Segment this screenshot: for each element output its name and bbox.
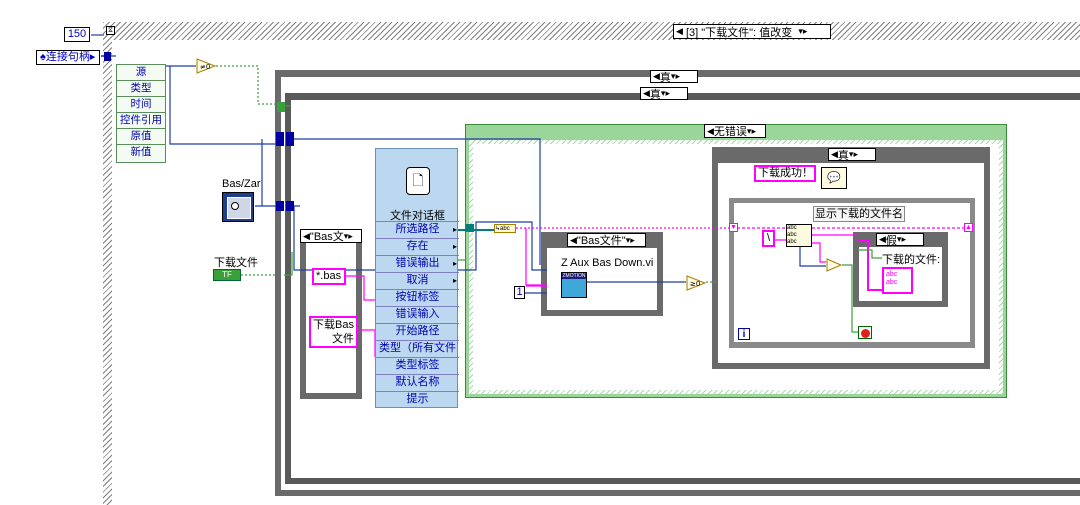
compare-label: ≠0 — [200, 63, 210, 71]
message-dialog-icon: 💬 — [821, 167, 847, 189]
event-prop: 原值 — [117, 129, 165, 145]
event-prop: 类型 — [117, 81, 165, 97]
bas-control-icon[interactable] — [222, 192, 254, 222]
subvi-icon[interactable]: ZMOTION — [561, 272, 587, 298]
timeout-constant[interactable]: 150 — [64, 27, 90, 42]
dialog-input-row: 默认名称 — [376, 374, 459, 391]
event-source-tunnel — [104, 52, 111, 61]
event-prop: 源 — [117, 65, 165, 81]
path-tunnel — [466, 224, 474, 232]
selector-left-arrow-icon[interactable]: ◀ — [676, 26, 683, 37]
button-label-constant[interactable]: 下载Bas 文件 — [309, 316, 358, 348]
dialog-input-row: 提示 — [376, 391, 459, 408]
download-file-bool-terminal[interactable]: TF — [213, 269, 241, 281]
dialog-input-row: 类型（所有文件 — [376, 340, 459, 357]
selector-dropdown-icon[interactable]: ▾▸ — [798, 26, 807, 37]
ref-tunnel-3 — [276, 201, 284, 211]
subvi-name: Z Aux Bas Down.vi — [561, 257, 654, 269]
for-loop-pink-tunnel-l: ▼ — [729, 223, 738, 232]
path-to-string-icon: ↳abc — [494, 224, 516, 233]
ref-tunnel-4 — [286, 201, 294, 211]
downloaded-files-indicator[interactable]: abc abc — [882, 267, 913, 294]
svg-text:≥0: ≥0 — [690, 280, 700, 288]
event-case-selector[interactable]: ◀ [3] "下载文件": 值改变 ▾▸ — [673, 24, 831, 39]
ref-tunnel-2 — [286, 132, 294, 146]
geq-zero-icon: ≥0 — [686, 275, 707, 291]
for-loop-pink-tunnel-r: ▲ — [964, 223, 973, 232]
case-selector-bas-small[interactable]: ◀ "Bas文 ▾▸ — [300, 229, 362, 243]
bas-control-label: Bas/Zar — [222, 178, 261, 190]
event-source-label[interactable]: ♠连接句柄▸ — [36, 50, 100, 65]
false-case-selector[interactable]: ◀ 假 ▾▸ — [876, 233, 924, 247]
bas-file-case-selector[interactable]: ◀ "Bas文件" ▾▸ — [567, 233, 646, 247]
case-selector-true-3[interactable]: ◀ 真 ▾▸ — [828, 148, 876, 162]
dialog-input-row: 类型标签 — [376, 357, 459, 374]
string-func-icon: abc abc abc — [786, 224, 812, 247]
dialog-output-row: 取消 ▸ — [376, 272, 459, 289]
case-selector-true-2[interactable]: ◀ 真 ▾▸ — [640, 87, 688, 101]
dialog-output-row: 存在 ▸ — [376, 238, 459, 255]
iteration-terminal: i — [738, 328, 750, 340]
file-dialog-icon: 🗋 — [406, 167, 430, 195]
select-icon — [826, 258, 843, 272]
event-prop: 新值 — [130, 146, 152, 158]
downloaded-files-label: 下载的文件: — [882, 254, 941, 266]
dialog-input-row: 错误输入 — [376, 306, 459, 323]
file-dialog-node[interactable]: 🗋 文件对话框 所选路径 ▸ 存在 ▸ 错误输出 ▸ 取消 ▸ 按钮标签 错误输入 开始… — [375, 148, 459, 408]
event-prop: 控件引用 — [117, 113, 165, 129]
timeout-terminal-icon: ⧖ — [106, 26, 115, 35]
dialog-output-row: 错误输出 ▸ — [376, 255, 459, 272]
event-data-node: 源 类型 时间 控件引用 原值 新值 — [116, 64, 166, 163]
case-selector-true-1[interactable]: ◀ 真 ▾▸ — [650, 70, 698, 84]
dialog-input-row: 开始路径 — [376, 323, 459, 340]
dialog-input-row: 按钮标签 — [376, 289, 459, 306]
dialog-output-row: 所选路径 ▸ — [376, 221, 459, 238]
slash-constant[interactable]: \ — [762, 230, 775, 247]
ref-tunnel-1 — [276, 132, 284, 146]
error-case-selector[interactable]: ◀ 无错误 ▾▸ — [704, 124, 766, 138]
show-files-label: 显示下载的文件名 — [813, 206, 905, 222]
download-file-label: 下载文件 — [214, 257, 258, 269]
bool-tunnel — [277, 102, 285, 112]
stop-terminal-icon[interactable] — [858, 326, 872, 339]
download-success-constant[interactable]: 下载成功！ — [754, 165, 816, 182]
const-one[interactable]: 1 — [514, 286, 525, 299]
bas-ext-constant[interactable]: *.bas — [312, 268, 346, 285]
not-equal-zero-icon: ≠0 — [196, 58, 217, 74]
event-prop: 时间 — [117, 97, 165, 113]
